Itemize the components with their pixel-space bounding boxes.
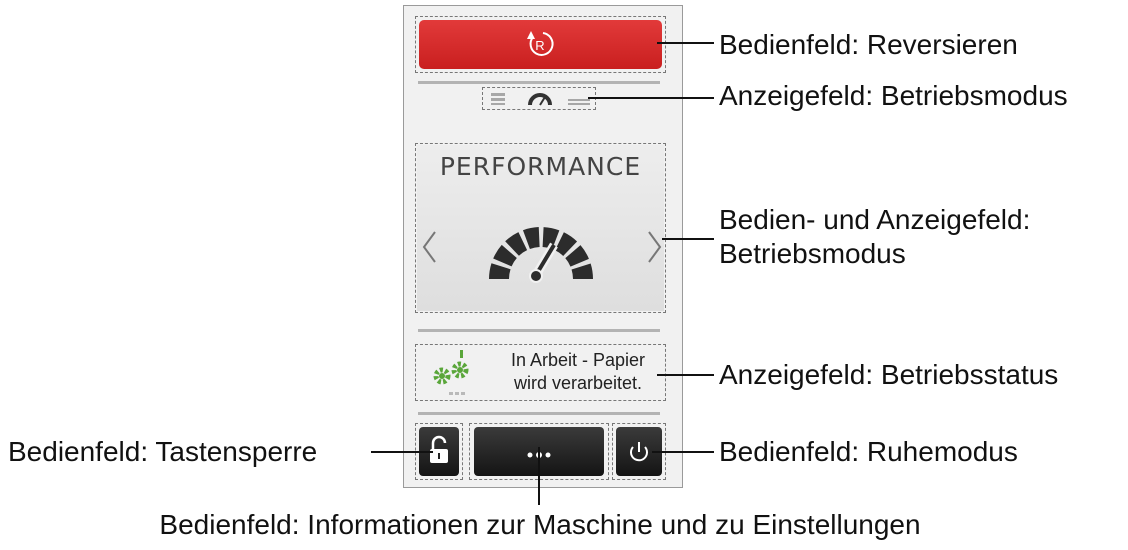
callout-betriebsmodus-bedien-line2: Betriebsmodus [719,238,906,269]
status-text-line1: In Arbeit - Papier [510,350,646,370]
leader-betriebsmodus-bedien [662,238,714,240]
callout-informationen: Bedienfeld: Informationen zur Maschine u… [159,509,921,540]
leader-reversieren [657,42,714,44]
callout-reversieren: Bedienfeld: Reversieren [719,29,1018,60]
callout-ruhemodus: Bedienfeld: Ruhemodus [719,436,1018,467]
mode-indicator-icons [491,93,590,106]
next-mode-icon[interactable] [644,230,664,264]
callout-betriebsmodus-anzeige: Anzeigefeld: Betriebsmodus [719,80,1068,111]
status-text: In Arbeit - Papier wird verarbeitet. [492,349,664,395]
prev-mode-icon[interactable] [420,230,440,264]
reverse-button[interactable]: R [419,20,662,69]
callout-tastensperre: Bedienfeld: Tastensperre [8,436,318,467]
silent-mode-small-icon [568,99,590,105]
callout-betriebsmodus-bedien-line1: Bedien- und Anzeigefeld: [719,204,1031,235]
performance-mode-small-icon [528,93,552,106]
separator-bottom [418,412,660,415]
leader-betriebsmodus-anzeige [588,97,714,99]
callout-betriebsstatus: Anzeigefeld: Betriebsstatus [719,359,1059,390]
leader-ruhemodus [652,451,714,453]
reverse-icon: R [527,31,554,56]
gears-status-icon [433,350,469,395]
leader-betriebsstatus [657,374,714,376]
eco-mode-small-icon [491,93,505,105]
status-text-line2: wird verarbeitet. [513,373,643,393]
callout-betriebsmodus-bedien: Bedien- und Anzeigefeld: Betriebsmodus [719,203,1030,271]
leader-tastensperre [371,451,433,453]
separator-middle [418,329,660,332]
leader-informationen [538,447,540,505]
performance-gauge-icon [489,227,593,283]
separator-top [418,81,660,84]
mode-title: PERFORMANCE [439,152,642,181]
svg-text:R: R [535,38,544,53]
